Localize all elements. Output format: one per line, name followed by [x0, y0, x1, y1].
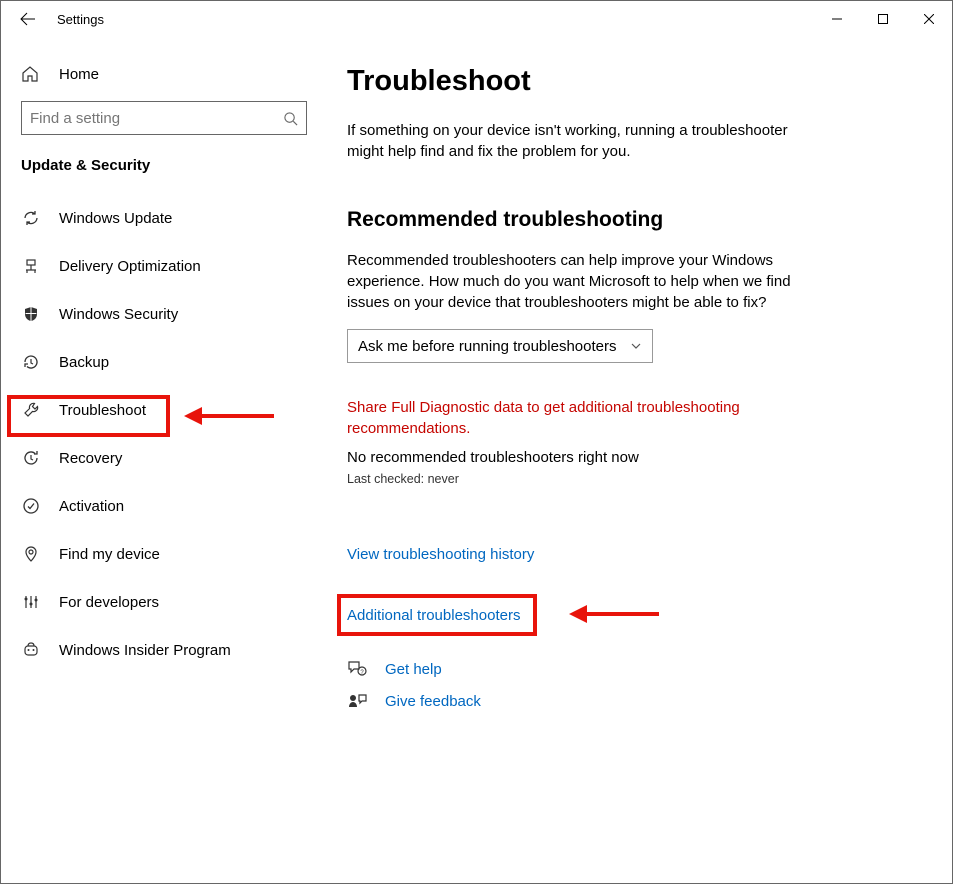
sidebar: Home Update & Security Windows Update De… — [1, 37, 327, 883]
sidebar-item-label: Windows Insider Program — [59, 642, 231, 659]
sidebar-item-label: Recovery — [59, 450, 122, 467]
close-icon — [924, 14, 934, 24]
page-lead: If something on your device isn't workin… — [347, 120, 807, 162]
sidebar-item-label: Activation — [59, 498, 124, 515]
home-label: Home — [59, 66, 99, 83]
recommended-dropdown[interactable]: Ask me before running troubleshooters — [347, 329, 653, 363]
backup-icon — [21, 352, 41, 372]
home-icon — [21, 65, 41, 83]
sidebar-item-windows-insider[interactable]: Windows Insider Program — [1, 626, 327, 674]
sidebar-item-for-developers[interactable]: For developers — [1, 578, 327, 626]
recovery-icon — [21, 448, 41, 468]
sidebar-item-label: For developers — [59, 594, 159, 611]
delivery-icon — [21, 256, 41, 276]
get-help-link[interactable]: Get help — [385, 661, 442, 678]
get-help-row[interactable]: ? Get help — [347, 660, 922, 678]
search-input[interactable] — [30, 110, 283, 127]
main-content: Troubleshoot If something on your device… — [327, 37, 952, 883]
view-history-link[interactable]: View troubleshooting history — [347, 546, 534, 563]
arrow-left-icon — [19, 11, 35, 27]
sidebar-item-recovery[interactable]: Recovery — [1, 434, 327, 482]
window-title: Settings — [57, 12, 104, 27]
sidebar-item-activation[interactable]: Activation — [1, 482, 327, 530]
sidebar-item-troubleshoot[interactable]: Troubleshoot — [1, 386, 327, 434]
sidebar-item-label: Windows Update — [59, 210, 172, 227]
diagnostic-warning: Share Full Diagnostic data to get additi… — [347, 397, 807, 439]
no-recommended-text: No recommended troubleshooters right now — [347, 449, 922, 466]
feedback-icon — [347, 692, 367, 710]
sidebar-item-backup[interactable]: Backup — [1, 338, 327, 386]
shield-icon — [21, 304, 41, 324]
annotation-arrow-additional — [569, 607, 659, 621]
sidebar-item-label: Delivery Optimization — [59, 258, 201, 275]
recommended-title: Recommended troubleshooting — [347, 208, 922, 232]
chevron-down-icon — [630, 340, 642, 352]
page-title: Troubleshoot — [347, 65, 922, 98]
sidebar-item-windows-update[interactable]: Windows Update — [1, 194, 327, 242]
maximize-icon — [878, 14, 888, 24]
sidebar-item-label: Backup — [59, 354, 109, 371]
last-checked-text: Last checked: never — [347, 472, 922, 486]
home-button[interactable]: Home — [1, 65, 327, 101]
search-icon — [283, 111, 298, 126]
back-button[interactable] — [15, 7, 39, 31]
wrench-icon — [21, 400, 41, 420]
sidebar-section-title: Update & Security — [1, 157, 327, 194]
titlebar: Settings — [1, 1, 952, 37]
recommended-text: Recommended troubleshooters can help imp… — [347, 250, 807, 313]
maximize-button[interactable] — [860, 3, 906, 35]
minimize-button[interactable] — [814, 3, 860, 35]
sync-icon — [21, 208, 41, 228]
minimize-icon — [832, 14, 842, 24]
give-feedback-link[interactable]: Give feedback — [385, 693, 481, 710]
dropdown-value: Ask me before running troubleshooters — [358, 338, 616, 355]
window-controls — [814, 3, 952, 35]
sidebar-item-label: Windows Security — [59, 306, 178, 323]
give-feedback-row[interactable]: Give feedback — [347, 692, 922, 710]
developers-icon — [21, 592, 41, 612]
insider-icon — [21, 640, 41, 660]
search-input-wrapper[interactable] — [21, 101, 307, 135]
check-circle-icon — [21, 496, 41, 516]
sidebar-item-find-my-device[interactable]: Find my device — [1, 530, 327, 578]
sidebar-item-label: Find my device — [59, 546, 160, 563]
close-button[interactable] — [906, 3, 952, 35]
additional-troubleshooters-link[interactable]: Additional troubleshooters — [347, 605, 520, 626]
sidebar-item-label: Troubleshoot — [59, 402, 146, 419]
location-icon — [21, 544, 41, 564]
sidebar-item-delivery-optimization[interactable]: Delivery Optimization — [1, 242, 327, 290]
sidebar-item-windows-security[interactable]: Windows Security — [1, 290, 327, 338]
get-help-icon: ? — [347, 660, 367, 678]
